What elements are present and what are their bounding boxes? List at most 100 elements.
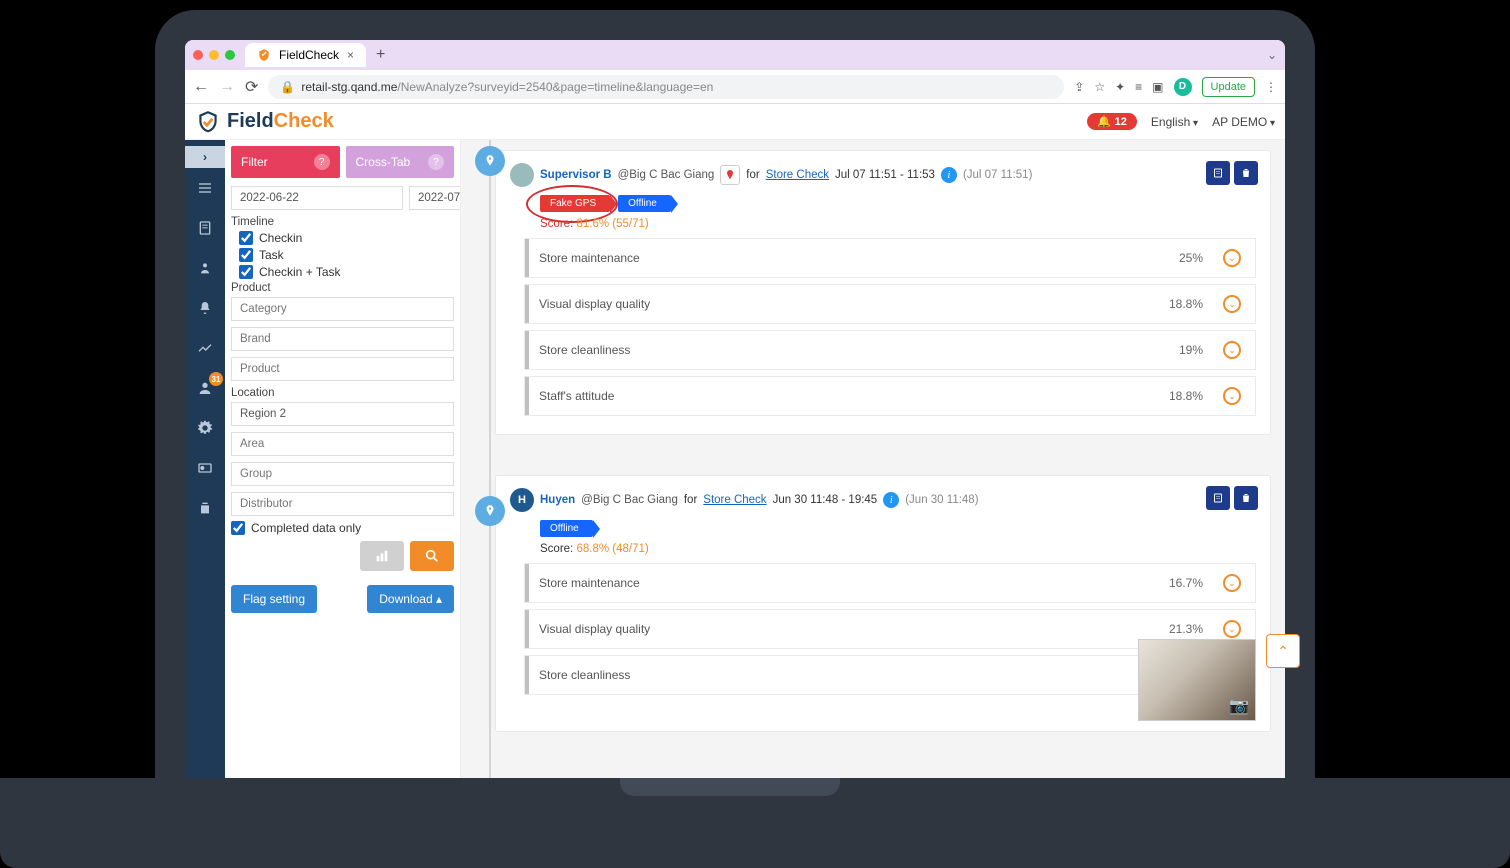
offline-chip: Offline	[540, 520, 593, 537]
entry-location: @Big C Bac Giang	[618, 169, 715, 181]
minimize-window-icon[interactable]	[209, 50, 219, 60]
new-tab-button[interactable]: +	[376, 46, 385, 64]
category-percent: 16.7%	[1169, 576, 1203, 590]
nav-bell-icon[interactable]	[185, 288, 225, 328]
user-avatar[interactable]	[510, 163, 534, 187]
tab-filter[interactable]: Filter?	[231, 146, 340, 178]
tab-crosstab-label: Cross-Tab	[356, 155, 411, 169]
nav-report-icon[interactable]	[185, 208, 225, 248]
nav-gear-icon[interactable]	[185, 408, 225, 448]
offline-chip: Offline	[618, 195, 671, 212]
url-input[interactable]: 🔒 retail-stg.qand.me/NewAnalyze?surveyid…	[268, 75, 1064, 99]
user-menu-dropdown[interactable]: AP DEMO	[1212, 115, 1275, 129]
category-input[interactable]	[231, 297, 454, 321]
entry-detail-button[interactable]	[1206, 161, 1230, 185]
category-name: Store cleanliness	[539, 343, 630, 357]
reading-list-icon[interactable]: ≡	[1135, 80, 1142, 94]
group-input[interactable]	[231, 462, 454, 486]
browser-menu-icon[interactable]: ⋮	[1265, 80, 1277, 94]
checkbox-task[interactable]: Task	[239, 248, 454, 262]
bookmark-star-icon[interactable]: ☆	[1094, 80, 1105, 94]
timeline-label: Timeline	[231, 216, 454, 228]
entry-score: Score: 68.8% (48/71)	[540, 543, 1256, 555]
entry-score: Score: 81.6% (55/71)	[540, 218, 1256, 230]
notification-pill[interactable]: 🔔 12	[1087, 113, 1137, 130]
tab-close-button[interactable]: ×	[347, 48, 354, 62]
update-browser-button[interactable]: Update	[1202, 77, 1255, 97]
category-row[interactable]: Store maintenance25%⌄	[524, 238, 1256, 278]
nav-person-icon[interactable]: 31	[185, 368, 225, 408]
entry-survey-link[interactable]: Store Check	[703, 494, 766, 506]
maximize-window-icon[interactable]	[225, 50, 235, 60]
nav-list-icon[interactable]	[185, 168, 225, 208]
info-icon[interactable]: i	[883, 492, 899, 508]
nav-chart-icon[interactable]	[185, 328, 225, 368]
date-from-input[interactable]	[231, 186, 403, 210]
nav-docs-icon[interactable]	[185, 488, 225, 528]
checkbox-checkin[interactable]: Checkin	[239, 231, 454, 245]
entry-photo-thumbnail[interactable]: 📷	[1138, 639, 1256, 721]
tab-crosstab[interactable]: Cross-Tab?	[346, 146, 455, 178]
panel-icon[interactable]: ▣	[1152, 80, 1163, 94]
region-input[interactable]	[231, 402, 454, 426]
browser-tab[interactable]: FieldCheck ×	[245, 43, 366, 67]
entry-location: @Big C Bac Giang	[581, 494, 678, 506]
checkbox-completed[interactable]: Completed data only	[231, 521, 454, 535]
expand-toggle-icon[interactable]: ⌄	[1223, 249, 1241, 267]
info-icon[interactable]: i	[941, 167, 957, 183]
tab-list-chevron-icon[interactable]: ⌄	[1267, 48, 1277, 62]
search-button[interactable]	[410, 541, 454, 571]
entry-user-link[interactable]: Huyen	[540, 494, 575, 506]
expand-toggle-icon[interactable]: ⌄	[1223, 574, 1241, 592]
browser-tab-strip: FieldCheck × + ⌄	[185, 40, 1285, 70]
category-row[interactable]: Staff's attitude18.8%⌄	[524, 376, 1256, 416]
entry-delete-button[interactable]	[1234, 486, 1258, 510]
filter-panel: Filter? Cross-Tab? Timeline Checkin Task…	[225, 140, 461, 780]
expand-toggle-icon[interactable]: ⌄	[1223, 295, 1241, 313]
flag-setting-button[interactable]: Flag setting	[231, 585, 317, 613]
browser-address-bar: ← → ⟳ 🔒 retail-stg.qand.me/NewAnalyze?su…	[185, 70, 1285, 104]
extensions-puzzle-icon[interactable]: ✦	[1115, 80, 1125, 94]
reload-button[interactable]: ⟳	[245, 77, 258, 97]
timeline-marker-icon	[475, 146, 505, 176]
expand-toggle-icon[interactable]: ⌄	[1223, 387, 1241, 405]
rail-expand-button[interactable]: ›	[185, 146, 225, 168]
app-logo[interactable]: FieldCheck	[195, 109, 334, 135]
expand-toggle-icon[interactable]: ⌄	[1223, 620, 1241, 638]
category-name: Visual display quality	[539, 622, 650, 636]
side-rail: › 31	[185, 140, 225, 780]
date-to-input[interactable]	[409, 186, 461, 210]
product-input[interactable]	[231, 357, 454, 381]
checkbox-checkin-task[interactable]: Checkin + Task	[239, 265, 454, 279]
entry-survey-link[interactable]: Store Check	[766, 169, 829, 181]
back-button[interactable]: ←	[193, 78, 209, 96]
profile-avatar[interactable]: D	[1174, 78, 1192, 96]
share-icon[interactable]: ⇪	[1074, 80, 1084, 94]
user-avatar[interactable]: H	[510, 488, 534, 512]
expand-toggle-icon[interactable]: ⌄	[1223, 341, 1241, 359]
distributor-input[interactable]	[231, 492, 454, 516]
category-row[interactable]: Store maintenance16.7%⌄	[524, 563, 1256, 603]
logo-text-field: Field	[227, 110, 274, 132]
help-icon[interactable]: ?	[314, 154, 330, 170]
entry-sync-time: (Jul 07 11:51)	[963, 169, 1032, 181]
chart-button[interactable]	[360, 541, 404, 571]
entry-time-range: Jul 07 11:51 - 11:53	[835, 169, 935, 181]
category-row[interactable]: Visual display quality18.8%⌄	[524, 284, 1256, 324]
entry-delete-button[interactable]	[1234, 161, 1258, 185]
timeline-marker-icon	[475, 496, 505, 526]
gps-warning-icon[interactable]	[720, 165, 740, 185]
help-icon[interactable]: ?	[428, 154, 444, 170]
nav-card-icon[interactable]	[185, 448, 225, 488]
url-host: retail-stg.qand.me	[301, 80, 397, 94]
entry-detail-button[interactable]	[1206, 486, 1230, 510]
close-window-icon[interactable]	[193, 50, 203, 60]
scroll-to-top-button[interactable]: ⌃	[1266, 634, 1300, 668]
area-input[interactable]	[231, 432, 454, 456]
nav-users-icon[interactable]	[185, 248, 225, 288]
language-dropdown[interactable]: English	[1151, 115, 1198, 129]
category-row[interactable]: Store cleanliness19%⌄	[524, 330, 1256, 370]
brand-input[interactable]	[231, 327, 454, 351]
entry-user-link[interactable]: Supervisor B	[540, 169, 612, 181]
download-button[interactable]: Download ▴	[367, 585, 454, 613]
